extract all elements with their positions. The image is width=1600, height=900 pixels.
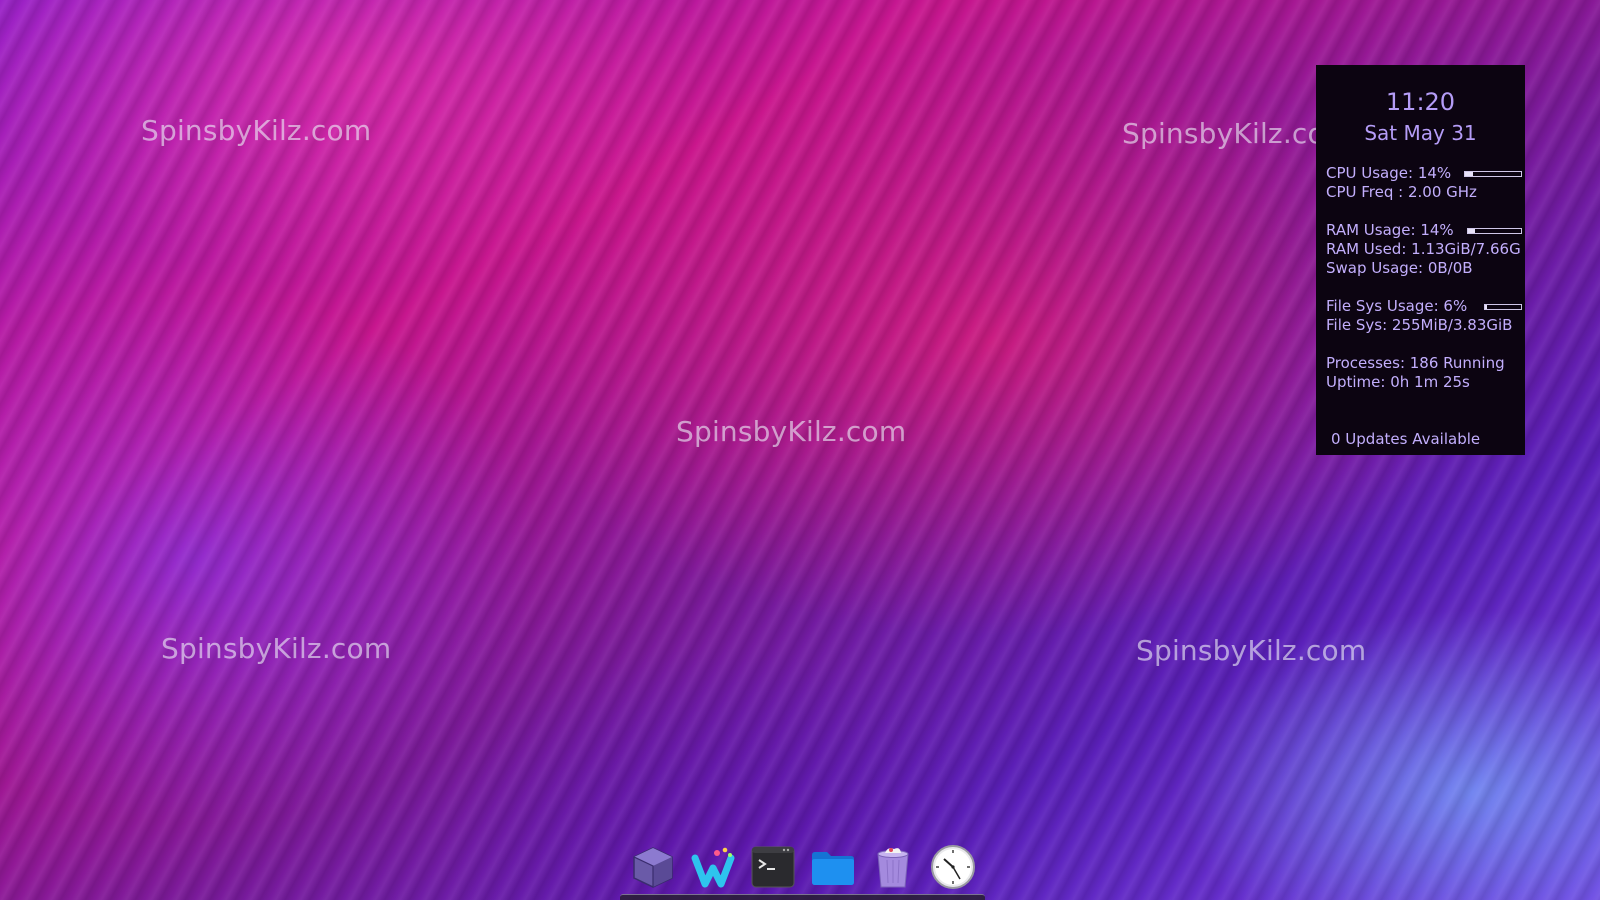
watermark: SpinsbyKilz.com <box>161 632 392 665</box>
uptime-label: Uptime: 0h 1m 25s <box>1326 373 1470 391</box>
fs-usage-bar <box>1484 304 1522 310</box>
updates-label: 0 Updates Available <box>1331 430 1481 448</box>
watermark: SpinsbyKilz.com <box>676 415 907 448</box>
ram-usage-label: RAM Usage: 14% <box>1326 221 1454 239</box>
clock-time: 11:20 <box>1385 88 1456 116</box>
processes-label: Processes: 186 Running <box>1326 354 1505 372</box>
desktop[interactable]: SpinsbyKilz.com SpinsbyKilz.com SpinsbyK… <box>0 0 1600 900</box>
cpu-usage-bar <box>1464 171 1522 177</box>
dock-item-terminal[interactable] <box>750 844 796 890</box>
dock-item-files[interactable] <box>810 844 856 890</box>
trash-icon <box>877 848 909 888</box>
system-monitor-widget: 11:20 Sat May 31 CPU Usage: 14% CPU Freq… <box>1316 65 1525 455</box>
watermark: SpinsbyKilz.com <box>141 114 372 147</box>
ram-used-label: RAM Used: 1.13GiB/7.66G <box>1326 240 1521 258</box>
dock-item-wayland[interactable] <box>690 844 736 890</box>
dock-item-cube[interactable] <box>630 844 676 890</box>
dock-shelf <box>620 894 985 900</box>
clock-icon <box>931 845 975 889</box>
cpu-freq-label: CPU Freq : 2.00 GHz <box>1326 183 1477 201</box>
fs-usage-label: File Sys Usage: 6% <box>1326 297 1468 315</box>
ram-usage-bar <box>1467 228 1522 234</box>
cpu-usage-bar-fill <box>1465 172 1473 176</box>
cpu-usage-label: CPU Usage: 14% <box>1326 164 1452 182</box>
swap-usage-label: Swap Usage: 0B/0B <box>1326 259 1473 277</box>
watermark: SpinsbyKilz.com <box>1136 634 1367 667</box>
folder-icon <box>812 852 854 885</box>
fs-usage-bar-fill <box>1485 305 1488 309</box>
wayland-icon <box>691 847 735 888</box>
ram-usage-bar-fill <box>1468 229 1476 233</box>
dock-item-clock[interactable] <box>930 844 976 890</box>
fs-label: File Sys: 255MiB/3.83GiB <box>1326 316 1513 334</box>
dock-item-trash[interactable] <box>870 844 916 890</box>
clock-date: Sat May 31 <box>1364 121 1477 145</box>
cube-icon <box>633 847 673 888</box>
dock <box>620 838 985 900</box>
terminal-icon <box>751 846 795 888</box>
